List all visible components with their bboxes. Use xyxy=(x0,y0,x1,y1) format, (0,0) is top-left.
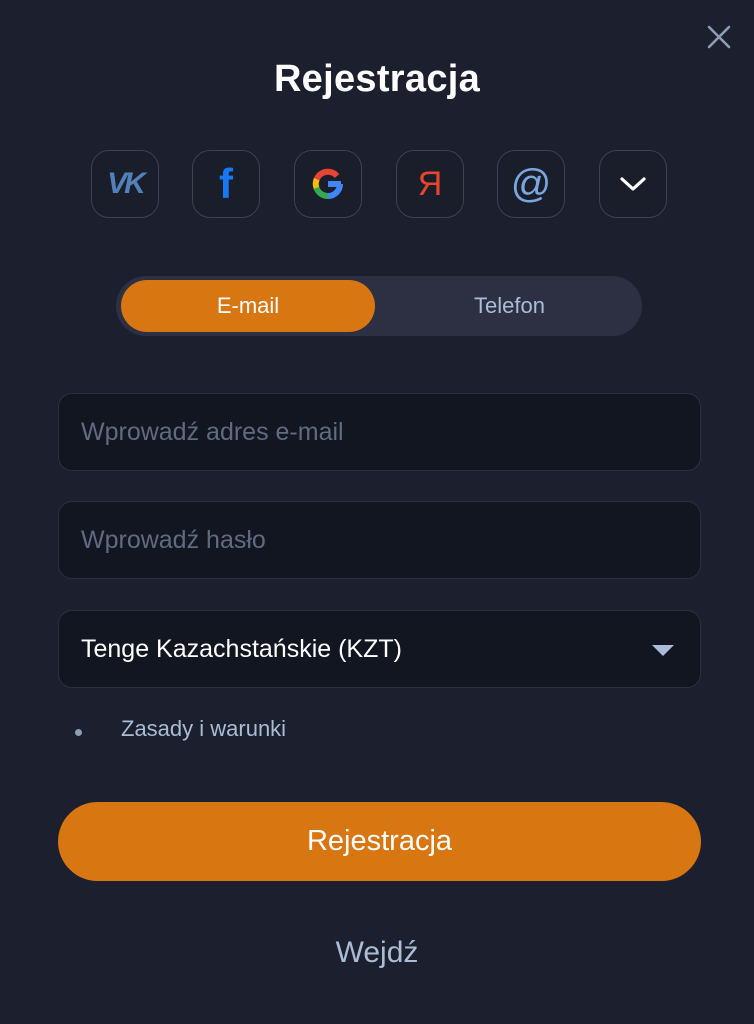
page-title: Rejestracja xyxy=(273,58,481,100)
at-icon: @ xyxy=(510,161,552,206)
password-field-container xyxy=(58,501,701,579)
registration-method-toggle: E-mail Telefon xyxy=(116,276,642,336)
login-link[interactable]: Wejdź xyxy=(0,936,754,970)
tab-email[interactable]: E-mail xyxy=(121,280,375,332)
email-field-container xyxy=(58,393,701,471)
close-button[interactable] xyxy=(704,22,734,52)
register-button[interactable]: Rejestracja xyxy=(58,802,701,881)
close-icon xyxy=(707,25,731,49)
currency-value: Tenge Kazachstańskie (KZT) xyxy=(81,634,402,663)
mail-login-button[interactable]: @ xyxy=(497,150,565,218)
vk-icon: VK xyxy=(107,167,146,200)
yandex-icon: Я xyxy=(417,164,443,203)
google-icon xyxy=(312,168,343,199)
currency-select[interactable]: Tenge Kazachstańskie (KZT) xyxy=(58,610,701,688)
vk-login-button[interactable]: VK xyxy=(91,150,159,218)
tab-phone[interactable]: Telefon xyxy=(382,280,637,332)
yandex-login-button[interactable]: Я xyxy=(396,150,464,218)
google-login-button[interactable] xyxy=(294,150,362,218)
terms-link[interactable]: Zasady i warunki xyxy=(121,716,286,742)
facebook-login-button[interactable]: f xyxy=(192,150,260,218)
caret-down-icon xyxy=(652,645,674,656)
email-input[interactable] xyxy=(59,394,700,470)
more-social-button[interactable] xyxy=(599,150,667,218)
bullet xyxy=(75,729,82,736)
password-input[interactable] xyxy=(59,502,700,578)
chevron-down-icon xyxy=(620,177,646,191)
facebook-icon: f xyxy=(219,160,233,207)
